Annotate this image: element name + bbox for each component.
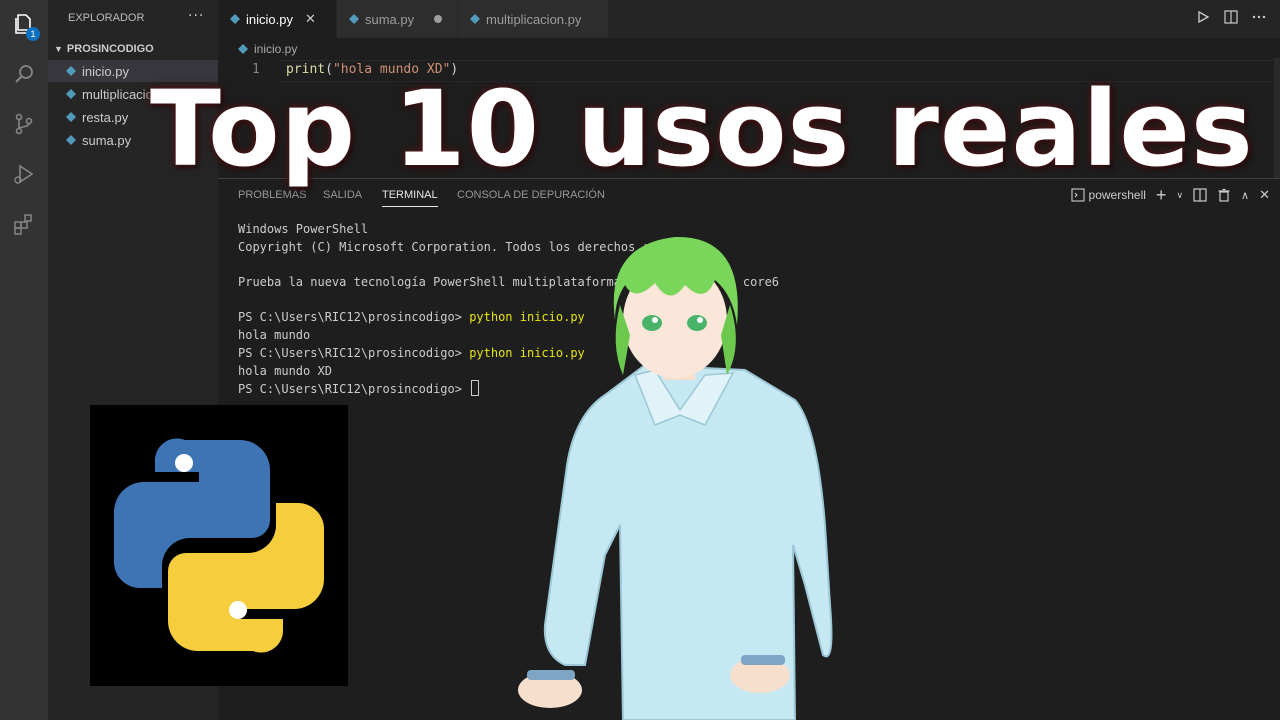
vtuber-avatar [505, 225, 850, 720]
tab-multiplicacion[interactable]: multiplicacion.py [458, 0, 609, 38]
editor-actions [1196, 10, 1266, 24]
python-logo [90, 405, 348, 686]
editor-scrollbar[interactable] [1274, 58, 1280, 178]
shell-label: powershell [1088, 188, 1146, 202]
python-file-icon [66, 66, 76, 76]
more-actions-icon[interactable]: ··· [188, 8, 204, 24]
explorer-title: EXPLORADOR [68, 12, 145, 24]
tab-consola-depuracion[interactable]: CONSOLA DE DEPURACIÓN [457, 189, 605, 201]
search-icon[interactable] [8, 58, 40, 90]
terminal-prompt: PS C:\Users\RIC12\prosincodigo> [238, 345, 470, 360]
explorer-badge: 1 [26, 27, 40, 41]
breadcrumb[interactable]: inicio.py [238, 40, 297, 58]
file-label: inicio.py [82, 63, 129, 79]
tab-terminal[interactable]: TERMINAL [382, 189, 438, 207]
terminal-prompt: PS C:\Users\RIC12\prosincodigo> [238, 310, 470, 325]
chevron-up-icon[interactable]: ∧ [1241, 189, 1249, 202]
terminal-shell-selector[interactable]: powershell [1070, 188, 1146, 202]
tab-inicio[interactable]: inicio.py ✕ [218, 0, 337, 38]
extensions-icon[interactable] [8, 208, 40, 240]
more-icon[interactable] [1252, 10, 1266, 24]
tab-label: inicio.py [246, 11, 293, 27]
unsaved-dot-icon[interactable] [434, 15, 443, 23]
terminal-prompt: PS C:\Users\RIC12\prosincodigo> [238, 382, 470, 397]
python-file-icon [238, 44, 248, 54]
python-file-icon [66, 135, 76, 145]
new-terminal-icon[interactable]: + [1156, 186, 1167, 204]
python-file-icon [66, 112, 76, 122]
python-logo-icon [114, 438, 324, 653]
run-debug-icon[interactable] [8, 158, 40, 190]
avatar-illustration [518, 236, 833, 720]
activity-bar: 1 [0, 0, 48, 720]
thumbnail-headline: Top 10 usos reales [150, 68, 1254, 190]
run-icon[interactable] [1196, 10, 1210, 24]
tab-label: suma.py [365, 11, 415, 27]
python-file-icon [66, 89, 76, 99]
python-file-icon [349, 14, 359, 24]
tab-suma[interactable]: suma.py [337, 0, 458, 38]
close-panel-icon[interactable]: ✕ [1259, 187, 1270, 203]
tab-problemas[interactable]: PROBLEMAS [238, 189, 306, 201]
split-terminal-icon[interactable] [1193, 188, 1207, 202]
close-icon[interactable]: ✕ [305, 11, 316, 27]
folder-label: PROSINCODIGO [66, 43, 154, 55]
trash-icon[interactable] [1217, 188, 1231, 202]
chevron-down-icon[interactable]: ∨ [1176, 190, 1183, 201]
tab-label: multiplicacion.py [486, 11, 582, 27]
python-file-icon [230, 14, 240, 24]
split-editor-icon[interactable] [1224, 10, 1238, 24]
chevron-down-icon: ▼ [54, 44, 63, 54]
terminal-icon [1070, 188, 1085, 202]
editor-tab-bar: inicio.py ✕ suma.py multiplicacion.py [218, 0, 1280, 38]
terminal-cursor [471, 380, 480, 397]
file-label: suma.py [82, 132, 132, 148]
vscode-window: 1 EXPLORADOR ··· ▼ PROSINCODIGO inicio.p… [0, 0, 1280, 720]
source-control-icon[interactable] [8, 108, 40, 140]
folder-row[interactable]: ▼ PROSINCODIGO [54, 40, 154, 58]
breadcrumb-file: inicio.py [254, 42, 298, 56]
python-file-icon [470, 14, 480, 24]
file-label: resta.py [82, 109, 129, 125]
tab-salida[interactable]: SALIDA [323, 189, 362, 201]
